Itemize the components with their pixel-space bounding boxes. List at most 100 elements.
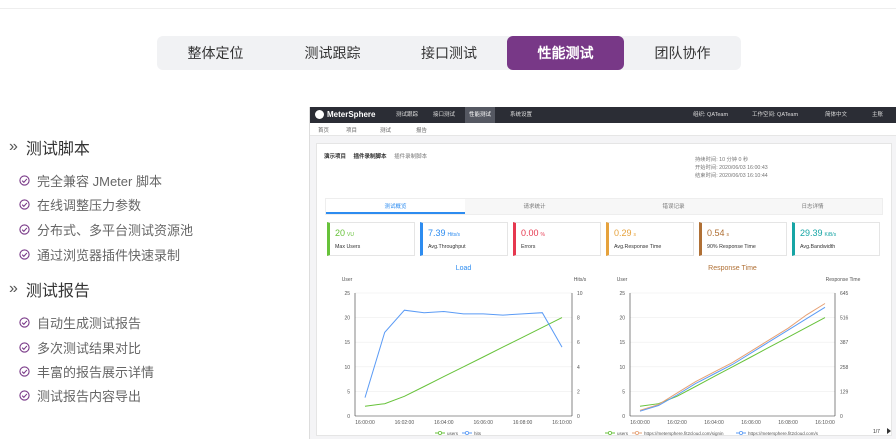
product-screenshot: MeterSphere 测试跟踪 接口测试 性能测试 系统设置 组织: QATe… (309, 107, 896, 439)
stat-card: 7.39 Hits/s Avg.Throughput (420, 222, 508, 256)
x-tick-label: 16:02:00 (395, 420, 415, 426)
y-tick-label: 10 (344, 365, 350, 371)
nav-item-system-settings[interactable]: 系统设置 (510, 107, 532, 123)
chart-title: Response Time (708, 265, 757, 272)
check-circle-icon (19, 317, 30, 328)
app-logo: MeterSphere (315, 110, 375, 119)
chevron-right-icon: » (9, 280, 18, 297)
tab-api-testing[interactable]: 接口测试 (391, 36, 507, 70)
tab-overview[interactable]: 整体定位 (157, 36, 274, 70)
series-line-0 (639, 317, 826, 407)
stat-label: Avg.Response Time (614, 244, 662, 250)
stat-value: 29.39 KiB/s (800, 228, 837, 238)
legend-marker (634, 430, 639, 435)
stat-unit: VU (347, 232, 354, 238)
feature-label: 多次测试结果对比 (37, 341, 142, 356)
series-line-1 (364, 309, 563, 398)
stat-card: 0.29 s Avg.Response Time (606, 222, 694, 256)
workspace-selector[interactable]: 工作空间: QATeam (752, 107, 798, 123)
tab-log-details[interactable]: 日志详情 (743, 199, 882, 214)
subnav-test[interactable]: 测试 (380, 126, 391, 134)
legend-label: users (617, 431, 629, 436)
legend-marker (738, 430, 743, 435)
tab-test-tracking[interactable]: 测试跟踪 (274, 36, 391, 70)
app-subnav: 首页 项目 测试 报告 (310, 123, 896, 136)
x-tick-label: 16:02:00 (667, 420, 687, 426)
stat-unit: s (726, 232, 730, 238)
feature-label: 完全兼容 JMeter 脚本 (37, 174, 162, 189)
y-tick-label: 0 (622, 414, 625, 420)
legend-marker (607, 430, 612, 435)
stat-unit: % (540, 232, 545, 238)
y2-tick-label: 4 (577, 365, 580, 371)
feature-tabs: 整体定位 测试跟踪 接口测试 性能测试 团队协作 (157, 36, 741, 70)
y2-tick-label: 8 (577, 316, 580, 322)
subnav-home[interactable]: 首页 (318, 126, 329, 134)
legend-marker (464, 430, 469, 435)
y-tick-label: 5 (622, 389, 625, 395)
stat-unit: Hits/s (447, 232, 461, 238)
breadcrumb-item[interactable]: 插件录制脚本 (354, 154, 387, 160)
y2-tick-label: 387 (840, 340, 849, 346)
chart-title: Load (456, 265, 472, 272)
section-title-scripts: » 测试脚本 (9, 135, 90, 159)
subnav-report[interactable]: 报告 (416, 126, 427, 134)
stat-label: Avg.Throughput (428, 244, 466, 250)
nav-item-api-testing[interactable]: 接口测试 (433, 107, 455, 123)
check-circle-icon (19, 366, 30, 377)
legend-label: users (447, 431, 459, 436)
org-selector[interactable]: 组织: QATeam (693, 107, 728, 123)
feature-label: 在线调整压力参数 (37, 198, 142, 213)
x-tick-label: 16:06:00 (473, 420, 493, 426)
x-tick-label: 16:04:00 (434, 420, 454, 426)
stat-label: Max Users (335, 244, 361, 250)
nav-item-performance[interactable]: 性能测试 (465, 107, 496, 123)
tab-team-collaboration[interactable]: 团队协作 (624, 36, 741, 70)
stat-value: 0.00% (521, 228, 545, 238)
start-time-text: 开始时间: 2020/06/03 16:00:43 (695, 165, 768, 171)
y-tick-label: 25 (619, 291, 625, 297)
check-circle-icon (19, 224, 30, 235)
language-selector[interactable]: 简体中文 (825, 107, 847, 123)
caret-right-icon (887, 428, 891, 434)
duration-text: 持续时间: 10 分钟 0 秒 (695, 157, 749, 163)
legend-marker (438, 430, 443, 435)
tab-error-log[interactable]: 错误记录 (604, 199, 743, 214)
x-tick-label: 16:00:00 (355, 420, 375, 426)
check-circle-icon (19, 342, 30, 353)
tab-test-overview[interactable]: 测试概览 (326, 199, 465, 214)
user-menu[interactable]: 主账 (872, 107, 883, 123)
report-card: 演示项目 插件录制脚本 插件录制脚本 持续时间: 10 分钟 0 秒 开始时间:… (316, 143, 892, 436)
feature-label: 自动生成测试报告 (37, 316, 142, 331)
y2-tick-label: 258 (840, 365, 849, 371)
y2-tick-label: 0 (577, 414, 580, 420)
tab-performance-testing[interactable]: 性能测试 (507, 36, 624, 70)
y-tick-label: 20 (344, 316, 350, 322)
feature-item: 自动生成测试报告 (19, 313, 141, 332)
y-tick-label: 25 (344, 291, 350, 297)
nav-item-test-tracking[interactable]: 测试跟踪 (396, 107, 418, 123)
stat-card: 20 VU Max Users (327, 222, 415, 256)
chevron-right-icon: » (9, 138, 18, 155)
y2-tick-label: 6 (577, 340, 580, 346)
feature-item: 多次测试结果对比 (19, 338, 141, 357)
section-title-reports: » 测试报告 (9, 277, 90, 301)
legend-label: hits (474, 431, 482, 436)
y2-tick-label: 2 (577, 389, 580, 395)
series-line-0 (364, 317, 563, 407)
axis-label: Hits/s (574, 277, 587, 283)
stat-value: 0.29 s (614, 228, 637, 238)
subnav-project[interactable]: 项目 (346, 126, 357, 134)
logo-text: MeterSphere (327, 110, 376, 119)
breadcrumb-item[interactable]: 演示项目 (324, 154, 346, 160)
y-tick-label: 15 (619, 340, 625, 346)
x-tick-label: 16:06:00 (741, 420, 761, 426)
section-title-text: 测试报告 (25, 283, 90, 300)
feature-item: 测试报告内容导出 (19, 386, 141, 405)
tab-request-stats[interactable]: 请求统计 (465, 199, 604, 214)
logo-mark-icon (315, 110, 324, 119)
feature-item: 分布式、多平台测试资源池 (19, 220, 193, 239)
axis-label: Response Time (826, 277, 861, 283)
x-tick-label: 16:00:00 (630, 420, 650, 426)
y-tick-label: 15 (344, 340, 350, 346)
